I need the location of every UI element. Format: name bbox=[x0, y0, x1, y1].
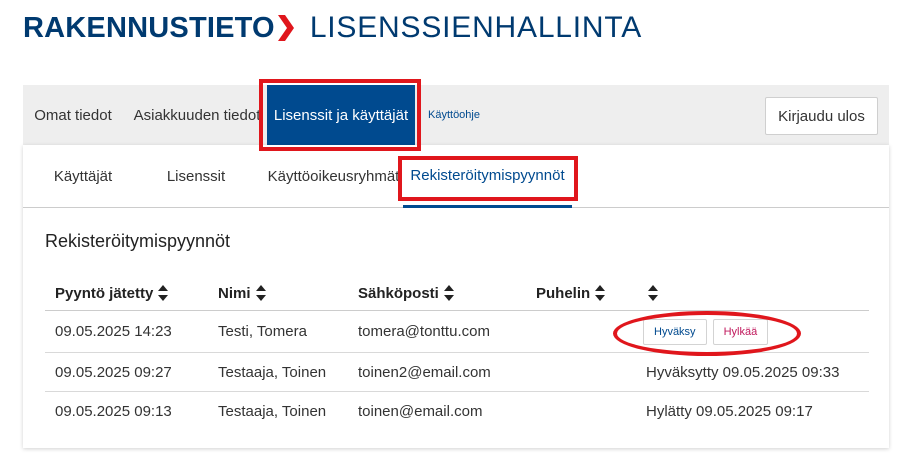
requests-table: Pyyntö jätetty Nimi Sähköposti Puhelin 0… bbox=[45, 275, 869, 431]
column-header-name[interactable]: Nimi bbox=[218, 275, 266, 311]
tab-label: Lisenssit bbox=[166, 168, 226, 185]
cell-status: Hyväksytty 09.05.2025 09:33 bbox=[646, 363, 840, 381]
header-logo: RAKENNUSTIETO LISENSSIENHALLINTA bbox=[23, 10, 642, 46]
nav-item-omat-tiedot[interactable]: Omat tiedot bbox=[23, 85, 123, 145]
column-label: Pyyntö jätetty bbox=[55, 284, 154, 302]
tab-kayttooikeusryhmat[interactable]: Käyttöoikeusryhmät bbox=[261, 145, 406, 208]
tab-label: Rekisteröitymispyynnöt bbox=[410, 166, 565, 184]
nav-item-kayttoohje[interactable]: Käyttöohje bbox=[419, 85, 489, 145]
sub-nav: Käyttäjät Lisenssit Käyttöoikeusryhmät R… bbox=[23, 145, 889, 208]
cell-actions: Hyväksy Hylkää bbox=[643, 311, 769, 352]
cell-submitted: 09.05.2025 09:27 bbox=[55, 363, 172, 381]
table-row: 09.05.2025 09:27 Testaaja, Toinen toinen… bbox=[45, 353, 869, 392]
table-header: Pyyntö jätetty Nimi Sähköposti Puhelin bbox=[45, 275, 869, 311]
cell-name: Testi, Tomera bbox=[218, 323, 307, 340]
logout-button[interactable]: Kirjaudu ulos bbox=[765, 97, 878, 135]
tab-rekisteroitymispyynnot[interactable]: Rekisteröitymispyynnöt bbox=[403, 145, 572, 208]
table-row: 09.05.2025 09:13 Testaaja, Toinen toinen… bbox=[45, 392, 869, 431]
table-row: 09.05.2025 14:23 Testi, Tomera tomera@to… bbox=[45, 311, 869, 353]
column-header-email[interactable]: Sähköposti bbox=[358, 275, 454, 311]
nav-item-lisenssit-ja-kayttajat[interactable]: Lisenssit ja käyttäjät bbox=[267, 85, 415, 145]
cell-submitted: 09.05.2025 09:13 bbox=[55, 403, 172, 420]
cell-email: toinen2@email.com bbox=[358, 363, 491, 381]
nav-item-label: Omat tiedot bbox=[34, 106, 112, 124]
section-title: Rekisteröitymispyynnöt bbox=[45, 231, 231, 251]
cell-email: tomera@tonttu.com bbox=[358, 323, 490, 340]
nav-item-asiakkuuden-tiedot[interactable]: Asiakkuuden tiedot bbox=[127, 85, 267, 145]
tab-label: Käyttöoikeusryhmät bbox=[267, 168, 400, 185]
nav-item-label: Käyttöohje bbox=[428, 109, 480, 121]
content-card: Käyttäjät Lisenssit Käyttöoikeusryhmät R… bbox=[23, 145, 889, 448]
cell-name: Testaaja, Toinen bbox=[218, 363, 327, 381]
cell-submitted: 09.05.2025 14:23 bbox=[55, 323, 172, 340]
brand-name: RAKENNUSTIETO bbox=[23, 11, 275, 44]
column-header-submitted[interactable]: Pyyntö jätetty bbox=[55, 275, 169, 311]
sort-icon bbox=[255, 285, 266, 301]
column-label: Nimi bbox=[218, 284, 251, 302]
nav-item-label: Asiakkuuden tiedot bbox=[133, 106, 261, 124]
cell-name: Testaaja, Toinen bbox=[218, 403, 327, 420]
tab-label: Käyttäjät bbox=[53, 168, 113, 185]
sort-icon bbox=[443, 285, 454, 301]
app-title: LISENSSIENHALLINTA bbox=[309, 11, 643, 44]
approve-button[interactable]: Hyväksy bbox=[643, 318, 707, 345]
sort-icon bbox=[595, 285, 606, 301]
column-header-phone[interactable]: Puhelin bbox=[536, 275, 606, 311]
cell-email: toinen@email.com bbox=[358, 403, 483, 420]
column-label: Puhelin bbox=[536, 284, 591, 302]
column-header-status[interactable] bbox=[648, 275, 658, 311]
top-nav: Omat tiedot Asiakkuuden tiedot Lisenssit… bbox=[23, 85, 889, 145]
column-label: Sähköposti bbox=[358, 284, 439, 302]
reject-button[interactable]: Hylkää bbox=[712, 318, 769, 345]
chevron-right-icon bbox=[277, 15, 294, 41]
sort-icon bbox=[648, 285, 658, 301]
tab-lisenssit[interactable]: Lisenssit bbox=[161, 145, 231, 208]
cell-status: Hylätty 09.05.2025 09:17 bbox=[646, 403, 813, 420]
page: RAKENNUSTIETO LISENSSIENHALLINTA Omat ti… bbox=[0, 0, 907, 457]
nav-item-label: Lisenssit ja käyttäjät bbox=[273, 106, 409, 124]
tab-kayttajat[interactable]: Käyttäjät bbox=[43, 145, 123, 208]
sort-icon bbox=[158, 285, 169, 301]
